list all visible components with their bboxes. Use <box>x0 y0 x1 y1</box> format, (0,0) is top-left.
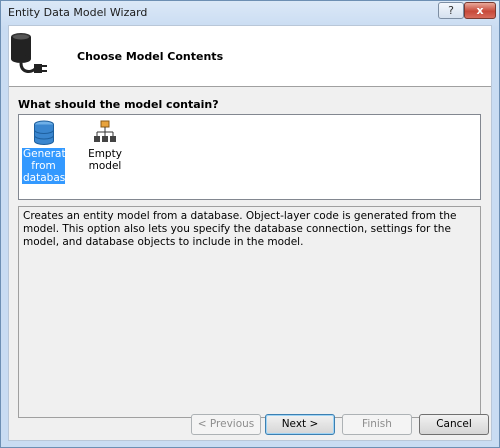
title-bar[interactable]: Entity Data Model Wizard ? x <box>1 1 499 25</box>
database-icon <box>33 120 54 145</box>
option-label-line: from <box>22 160 65 172</box>
finish-button[interactable]: Finish <box>342 414 412 435</box>
model-contents-list[interactable]: Generate from database Empty model <box>18 114 481 200</box>
option-description: Creates an entity model from a database.… <box>18 206 481 418</box>
close-button[interactable]: x <box>464 2 496 19</box>
help-button[interactable]: ? <box>438 2 464 19</box>
model-question-label: What should the model contain? <box>18 98 219 111</box>
database-plug-icon <box>11 33 47 73</box>
wizard-header: Choose Model Contents <box>9 26 491 87</box>
wizard-client-area: Choose Model Contents What should the mo… <box>8 25 492 441</box>
option-label-line: Empty model <box>88 148 122 172</box>
option-generate-from-database[interactable]: Generate from database <box>22 119 73 184</box>
page-title: Choose Model Contents <box>77 50 224 63</box>
option-empty-model[interactable]: Empty model <box>70 119 140 172</box>
cancel-button[interactable]: Cancel <box>419 414 489 435</box>
wizard-window: Entity Data Model Wizard ? x Choose Mode… <box>0 0 500 448</box>
option-label-line: Generate <box>22 148 73 160</box>
hierarchy-icon <box>94 120 116 142</box>
option-label-line: database <box>22 172 72 184</box>
previous-button[interactable]: < Previous <box>191 414 261 435</box>
next-button[interactable]: Next > <box>265 414 335 435</box>
window-title: Entity Data Model Wizard <box>8 6 148 19</box>
